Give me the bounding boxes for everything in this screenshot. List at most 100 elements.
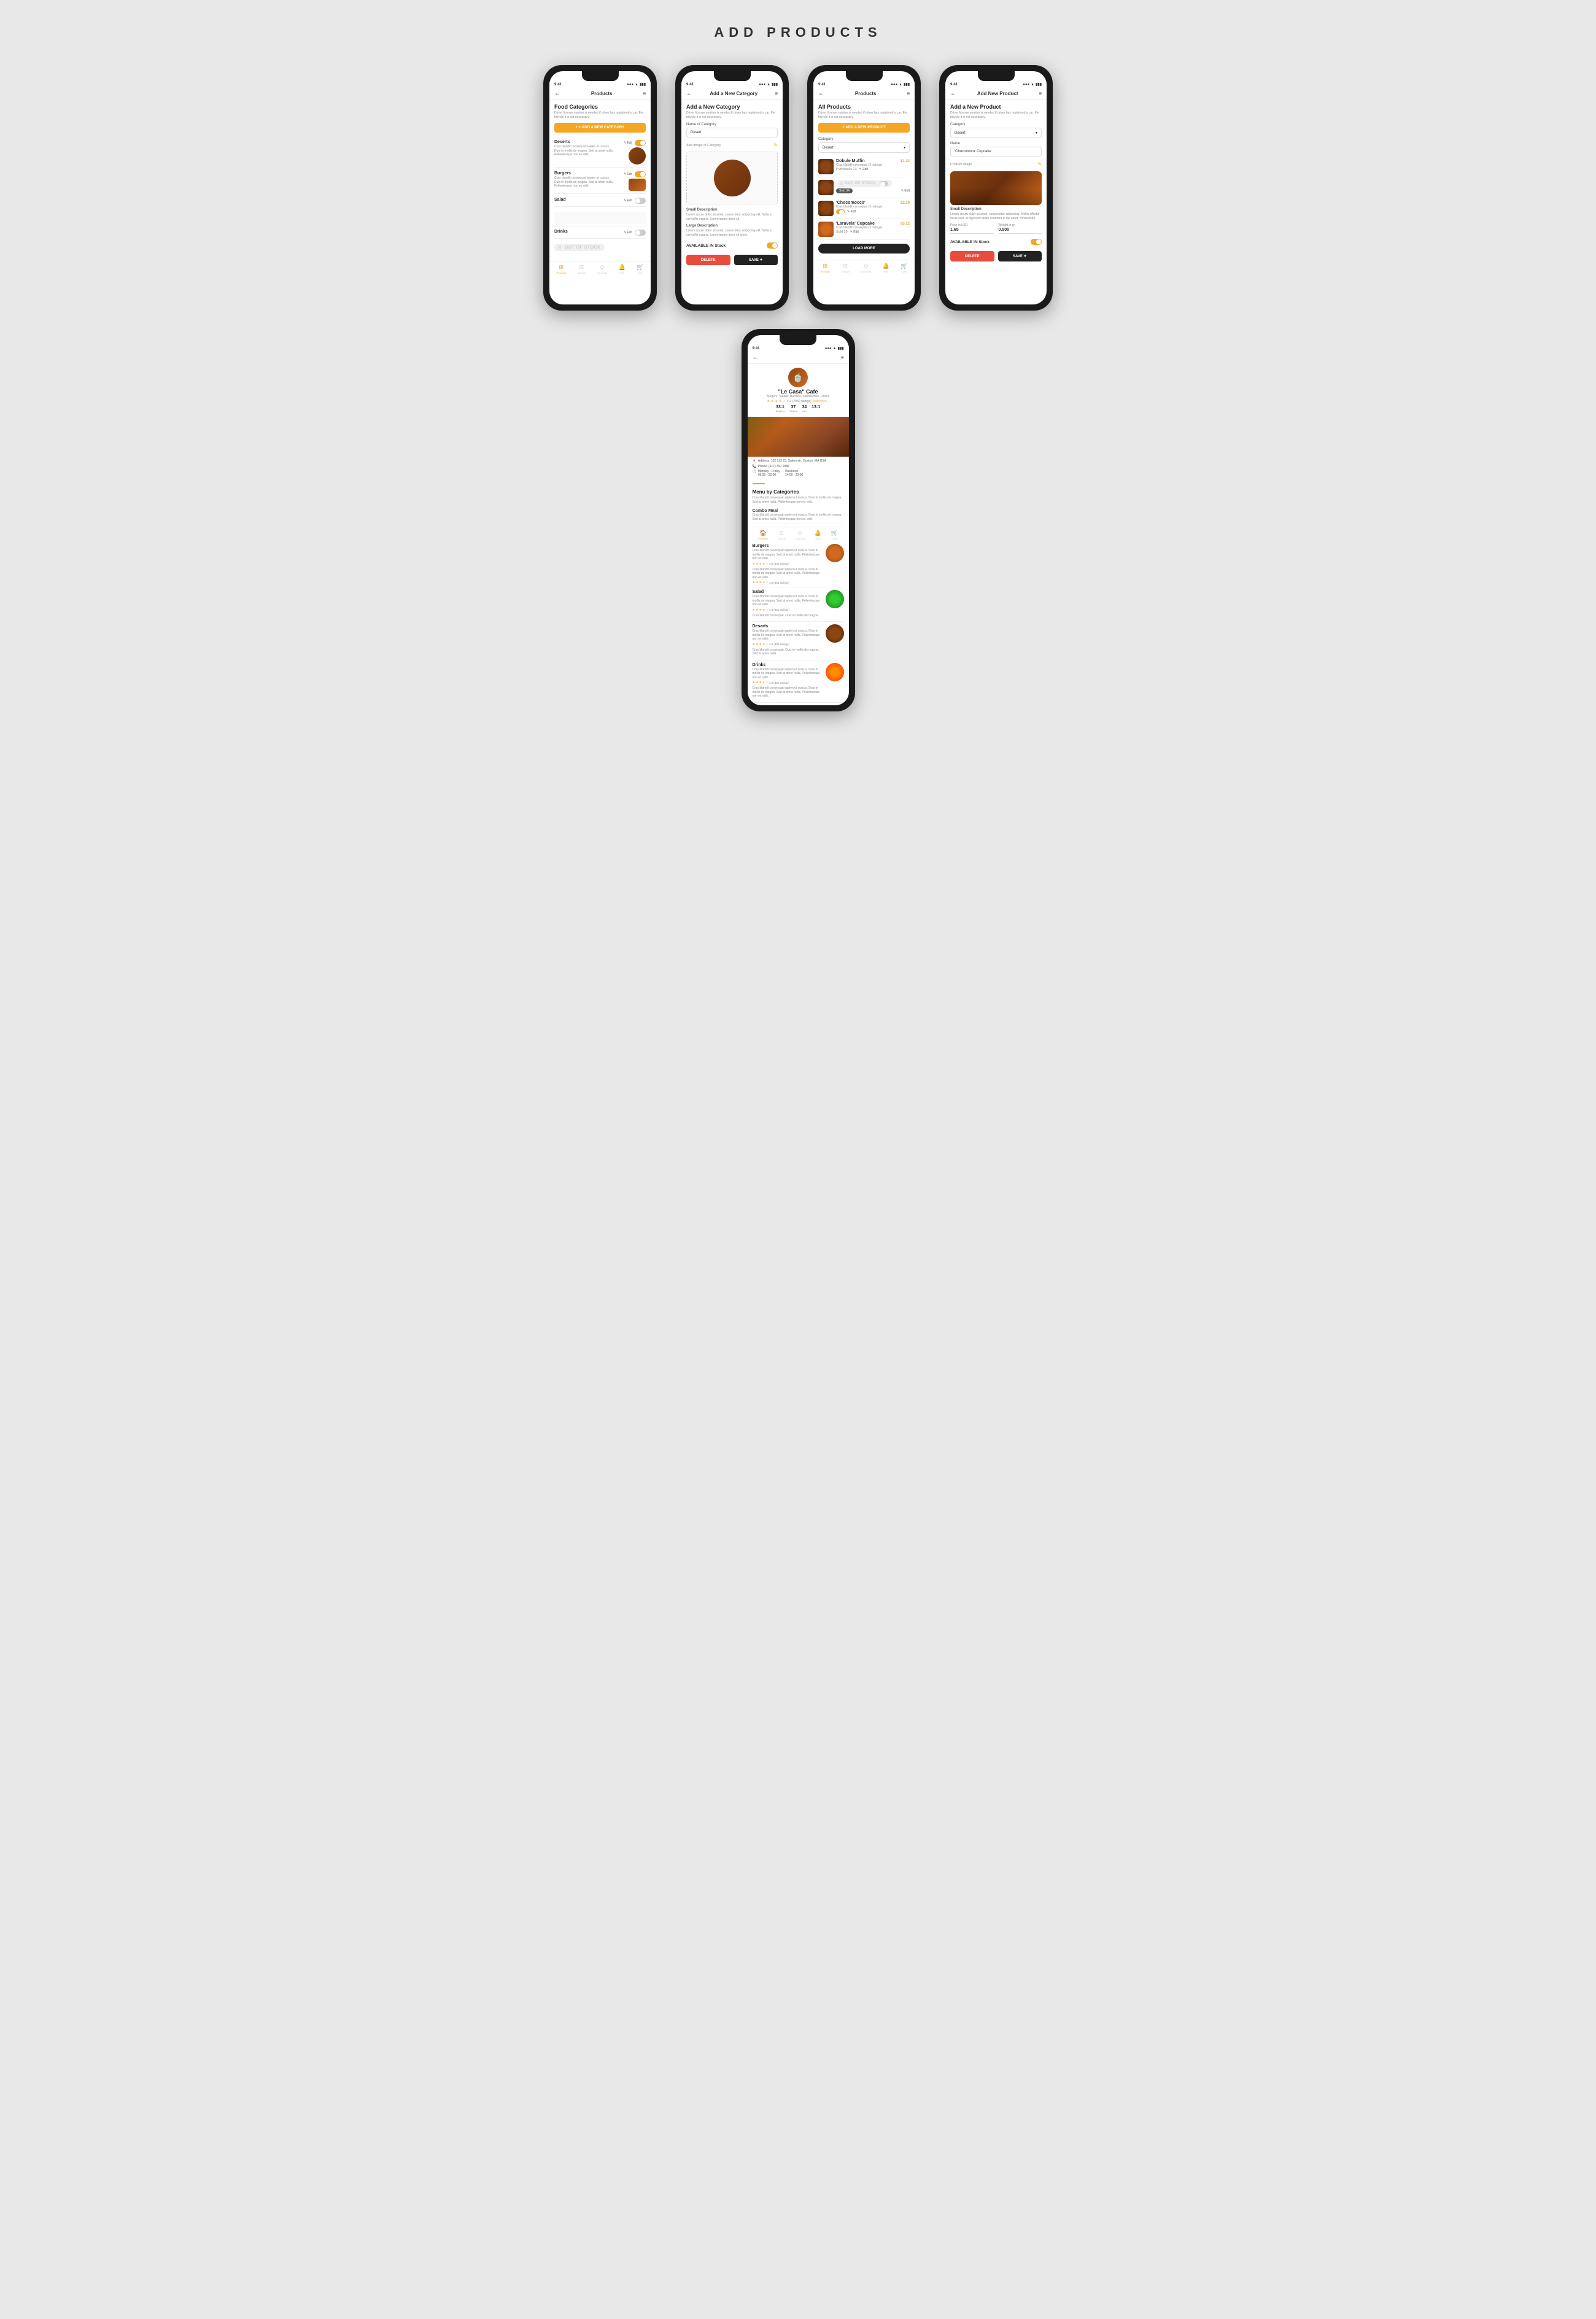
drinks-name: Drinks [554, 230, 624, 234]
drinks-edit-btn[interactable]: ✎ Edit [624, 231, 632, 234]
oos-icon2: ⊘ [840, 182, 843, 186]
burgers-section-info: Burgers Cras blandit consequat sapien ut… [753, 544, 822, 584]
drinks-toggle[interactable] [635, 230, 646, 236]
deserts-edit-btn[interactable]: ✎ Edit [624, 141, 632, 145]
chocomoco2-edit[interactable]: ✎ Edit [847, 210, 856, 214]
desarts-section-desc: Cras blandit consequat sapien ut cursus.… [753, 629, 822, 641]
salad-edit-btn[interactable]: ✎ Edit [624, 199, 632, 203]
phone5-nav-groups[interactable]: ⊟ Groups [777, 530, 785, 540]
salad-thumb-large [826, 590, 844, 608]
phone5-back-btn[interactable]: ← [753, 354, 759, 361]
laravela-name: 'Laravela' Cupcake [836, 222, 875, 226]
read-more-link[interactable]: read more... [813, 400, 829, 403]
drk2: ★ [756, 681, 758, 684]
chocomoco2-toggle[interactable] [836, 209, 845, 214]
phone2-toggle[interactable] [767, 242, 778, 249]
phone5-nav-cart[interactable]: 🛒 Cart [831, 530, 838, 540]
phone2-upload-icon[interactable]: ✎ [773, 142, 778, 148]
edit-icon4: ✎ [624, 231, 626, 234]
phone2-delete-btn[interactable]: DELETE [686, 255, 730, 265]
phone4-name-input[interactable]: 'Chocomoco' Cupcake [950, 147, 1042, 157]
phone3-nav-notif[interactable]: 🔔 Notif [883, 263, 889, 273]
phone2-back-btn[interactable]: ← [686, 90, 692, 97]
phone4-content: Add a New Product Driver license number … [945, 100, 1047, 265]
bottom-nav-notifications[interactable]: 🔔 Notif [619, 264, 626, 274]
phone2-image-area[interactable] [686, 152, 778, 204]
notif-nav-label: Notif [619, 271, 624, 274]
oos-badge: ⊘ OUT OF STOCK [554, 244, 605, 251]
drinks-rating: ★ ★ ★ ★ ★ 4.8 (350 ratings) [753, 681, 822, 684]
phone3-load-more-btn[interactable]: LOAD MORE [818, 244, 910, 254]
laravela-edit[interactable]: ✎ Edit [850, 230, 859, 234]
burgers-toggle[interactable] [635, 171, 646, 177]
phone1-content: Food Categories Driver license number is… [549, 100, 651, 258]
phone1-menu-btn[interactable]: ≡ [643, 91, 646, 96]
phone2-small-desc: Lorem ipsum dolor sit amet, consectetur … [686, 213, 778, 222]
phone2-menu-btn[interactable]: ≡ [775, 91, 778, 96]
phone3-nav-cart[interactable]: 🛒 Cart [901, 263, 907, 273]
phone5-menu-btn[interactable]: ≡ [841, 355, 844, 360]
phone5-nav-accounts[interactable]: ⊙ Accounts [795, 530, 805, 540]
phone2-name-input[interactable]: Desert [686, 128, 778, 137]
phone1-time: 9:41 [554, 83, 562, 87]
stat-orders-label: Orders [789, 409, 797, 412]
phone4-product-img[interactable] [950, 171, 1042, 205]
bs1: ★ [753, 562, 755, 566]
wifi2-icon: ▲ [767, 83, 770, 87]
chocomoco-oos-edit[interactable]: ✎ Edit [901, 189, 910, 193]
phone4-category-dropdown[interactable]: Desert ▾ [950, 128, 1042, 138]
drinks-section-name: Drinks [753, 663, 822, 667]
phone1-back-btn[interactable]: ← [554, 90, 560, 97]
phone3-back-btn[interactable]: ← [818, 90, 824, 97]
phone3-nav-groups[interactable]: ⊟ Groups [842, 263, 850, 273]
phone3-nav-products[interactable]: ⊞ Products [820, 263, 830, 273]
phone5-nav-home[interactable]: 🏠 Products [758, 530, 768, 540]
phone5-groups-icon: ⊟ [779, 530, 784, 536]
bs5: ★ [765, 562, 768, 566]
phone2-notch [714, 71, 751, 81]
phone2-toggle-label: AVAILABLE IN Stock [686, 244, 726, 248]
phone5-nav-notif[interactable]: 🔔 Notif [815, 530, 821, 540]
restaurant-stats-row: 33.1 Delivery 37 Orders 34 min 13:1 [753, 405, 844, 412]
phone2-save-btn[interactable]: SAVE ✦ [734, 255, 778, 265]
phone4-category-value: Desert [955, 131, 966, 135]
ss5: ★ [765, 608, 768, 612]
oos-toggle[interactable] [880, 181, 888, 186]
phone3-nav-accounts[interactable]: ⊙ Accounts [861, 263, 870, 273]
phone4-upload-icon[interactable]: ✎ [1037, 161, 1042, 167]
phone2-btn-row: DELETE SAVE ✦ [686, 255, 778, 265]
menu-burgers-section: Burgers Cras blandit consequat sapien ut… [753, 541, 844, 587]
bottom-nav-products[interactable]: ⊞ Products [556, 264, 566, 274]
salad-toggle[interactable] [635, 198, 646, 204]
phone3-menu-btn[interactable]: ≡ [907, 91, 910, 96]
phone5-home-icon: 🏠 [760, 530, 767, 536]
phone4-delete-btn[interactable]: DELETE [950, 251, 994, 261]
phone4-toggle[interactable] [1031, 239, 1042, 245]
phone4-save-btn[interactable]: SAVE ✦ [998, 251, 1042, 261]
phone3-add-product-btn[interactable]: + ADD A NEW PRODUCT [818, 123, 910, 133]
bottom-nav-accounts[interactable]: ⊙ Accounts [597, 264, 606, 274]
phone3-category-dropdown[interactable]: Desert ▾ [818, 142, 910, 153]
phone4-price-value[interactable]: 1.65 [950, 228, 994, 234]
phone4-back-btn[interactable]: ← [950, 90, 956, 97]
burgers-edit-btn[interactable]: ✎ Edit [624, 172, 632, 176]
phone5-notch [780, 335, 816, 345]
muffin-edit-btn[interactable]: ✎ Edit [859, 168, 868, 171]
phone4-weight-value[interactable]: 0.500 [999, 228, 1042, 234]
ds1: ★ [753, 643, 755, 646]
ss4: ★ [762, 608, 765, 612]
phone5-time: 9:41 [753, 347, 760, 350]
bottom-nav-groups[interactable]: ⊟ Groups [578, 264, 586, 274]
stat-orders-num: 37 [789, 405, 797, 409]
phone1-add-category-btn[interactable]: + + ADD A NEW CATEGORY [554, 123, 646, 133]
phone4-menu-btn[interactable]: ≡ [1039, 91, 1042, 96]
bottom-nav-cart[interactable]: 🛒 Cart [637, 264, 643, 274]
phone2-img-upload-row: Add Image of Category ✎ [686, 141, 778, 150]
deserts-toggle[interactable] [635, 140, 646, 146]
phone4-price-weight-row: Price in USD 1.65 Weight in gr 0.500 [950, 223, 1042, 234]
phone4: 9:41 ●●● ▲ ▮▮▮ ← Add New Product ≡ Add a… [939, 65, 1053, 311]
menu-drinks-section: Drinks Cras blandit consequat sapien ut … [753, 660, 844, 703]
bottom-phones-row: 9:41 ●●● ▲ ▮▮▮ ← ≡ 🍵 "Le Casa" Cafe [12, 329, 1584, 711]
burgers-thumb-large [826, 544, 844, 562]
combo-name: Combo Meal [753, 509, 844, 513]
